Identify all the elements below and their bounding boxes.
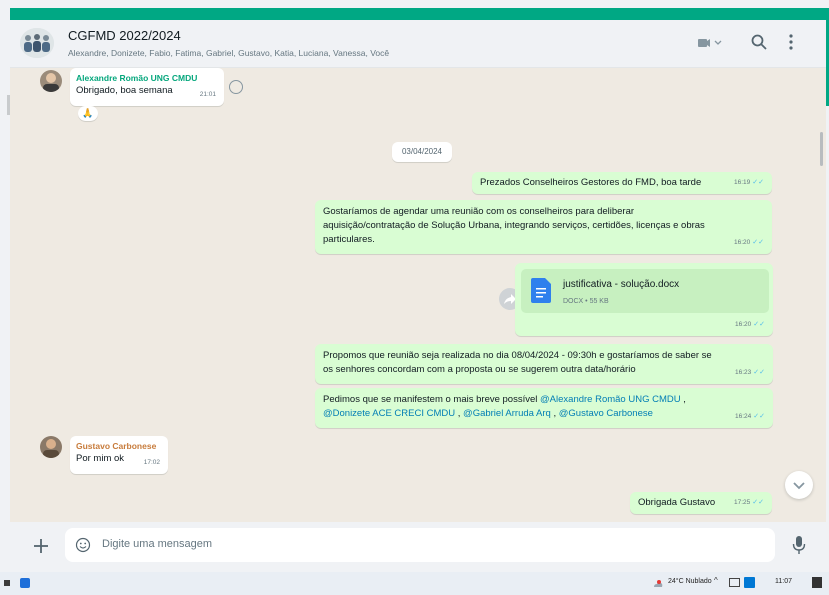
docx-file-icon <box>531 278 551 303</box>
chevron-down-icon <box>793 482 805 490</box>
emoji-reaction-icon[interactable] <box>229 80 243 94</box>
read-ticks-icon: ✓✓ <box>752 239 764 246</box>
message-text: Propomos que reunião seja realizada no d… <box>323 350 712 375</box>
attach-plus-icon[interactable] <box>32 537 50 555</box>
chat-members-list[interactable]: Alexandre, Donizete, Fabio, Fatima, Gabr… <box>68 48 389 58</box>
incoming-message[interactable]: Alexandre Romão UNG CMDU Obrigado, boa s… <box>70 68 224 106</box>
message-text: Gostaríamos de agendar uma reunião com o… <box>323 206 705 245</box>
taskbar-app-icon[interactable] <box>20 578 30 588</box>
message-time: 17:25 ✓✓ <box>733 499 764 506</box>
tray-chevron-icon[interactable]: ^ <box>714 576 718 585</box>
whatsapp-window: CGFMD 2022/2024 Alexandre, Donizete, Fab… <box>10 20 826 572</box>
tray-app-icon[interactable] <box>744 577 755 588</box>
composer-bar: Digite uma mensagem <box>10 522 826 572</box>
outgoing-message[interactable]: Propomos que reunião seja realizada no d… <box>315 344 773 384</box>
message-time: 16:20 ✓✓ <box>734 321 765 328</box>
outgoing-message[interactable]: Prezados Conselheiros Gestores do FMD, b… <box>472 172 772 194</box>
avatar[interactable] <box>40 70 62 92</box>
outgoing-document-message[interactable]: justificativa - solução.docx DOCX • 55 K… <box>515 263 773 336</box>
taskbar-start-icon[interactable] <box>4 580 10 586</box>
sender-name[interactable]: Gustavo Carbonese <box>76 440 162 452</box>
outgoing-message[interactable]: Gostaríamos de agendar uma reunião com o… <box>315 200 772 254</box>
video-call-icon[interactable] <box>698 35 724 51</box>
mention-link[interactable]: @Alexandre Romão UNG CMDU <box>540 394 681 405</box>
menu-icon[interactable] <box>788 33 794 51</box>
message-list[interactable]: Alexandre Romão UNG CMDU Obrigado, boa s… <box>10 68 826 522</box>
read-ticks-icon: ✓✓ <box>753 321 765 328</box>
read-ticks-icon: ✓✓ <box>752 499 764 506</box>
read-ticks-icon: ✓✓ <box>753 369 765 376</box>
date-separator: 03/04/2024 <box>392 142 452 162</box>
avatar[interactable] <box>40 436 62 458</box>
message-input[interactable]: Digite uma mensagem <box>65 528 775 562</box>
emoji-icon[interactable] <box>75 537 91 553</box>
search-icon[interactable] <box>750 33 768 51</box>
weather-status[interactable]: 24°C Nublado <box>668 578 712 585</box>
microphone-icon[interactable] <box>792 535 806 555</box>
weather-icon[interactable] <box>652 577 663 588</box>
incoming-message[interactable]: Gustavo Carbonese Por mim ok 17:02 <box>70 436 168 474</box>
message-time: 16:23 ✓✓ <box>734 369 765 376</box>
message-reaction[interactable]: 🙏 <box>78 106 98 121</box>
scrollbar[interactable] <box>820 132 823 166</box>
message-time: 16:24 ✓✓ <box>734 413 765 420</box>
outgoing-message[interactable]: Obrigada Gustavo 17:25 ✓✓ <box>630 492 772 514</box>
read-ticks-icon: ✓✓ <box>753 413 765 420</box>
mention-link[interactable]: @Gustavo Carbonese <box>559 408 653 419</box>
message-time: 17:02 <box>143 459 160 466</box>
document-card[interactable]: justificativa - solução.docx DOCX • 55 K… <box>521 269 769 313</box>
document-meta: DOCX • 55 KB <box>563 298 609 305</box>
mention-link[interactable]: @Gabriel Arruda Arq <box>463 408 551 419</box>
network-icon[interactable] <box>729 578 740 587</box>
message-text: Prezados Conselheiros Gestores do FMD, b… <box>480 177 702 188</box>
mention-link[interactable]: @Donizete ACE CRECI CMDU <box>323 408 455 419</box>
message-time: 16:20 ✓✓ <box>733 239 764 246</box>
document-name[interactable]: justificativa - solução.docx <box>563 278 679 292</box>
read-ticks-icon: ✓✓ <box>752 179 764 186</box>
outgoing-message[interactable]: Pedimos que se manifestem o mais breve p… <box>315 388 773 428</box>
group-avatar[interactable] <box>20 28 54 58</box>
message-input-placeholder[interactable]: Digite uma mensagem <box>102 538 212 550</box>
taskbar-clock[interactable]: 11:07 <box>775 578 792 585</box>
message-text: Pedimos que se manifestem o mais breve p… <box>323 394 686 419</box>
message-text: Obrigado, boa semana <box>76 85 173 96</box>
notification-icon[interactable] <box>812 577 822 588</box>
message-time: 21:01 <box>199 91 216 98</box>
sender-name[interactable]: Alexandre Romão UNG CMDU <box>76 72 218 84</box>
chat-header[interactable]: CGFMD 2022/2024 Alexandre, Donizete, Fab… <box>10 20 826 68</box>
message-time: 16:19 ✓✓ <box>733 179 764 186</box>
chat-title[interactable]: CGFMD 2022/2024 <box>68 28 181 43</box>
os-taskbar: 24°C Nublado ^ 11:07 <box>0 572 829 595</box>
scroll-to-bottom-button[interactable] <box>785 471 813 499</box>
